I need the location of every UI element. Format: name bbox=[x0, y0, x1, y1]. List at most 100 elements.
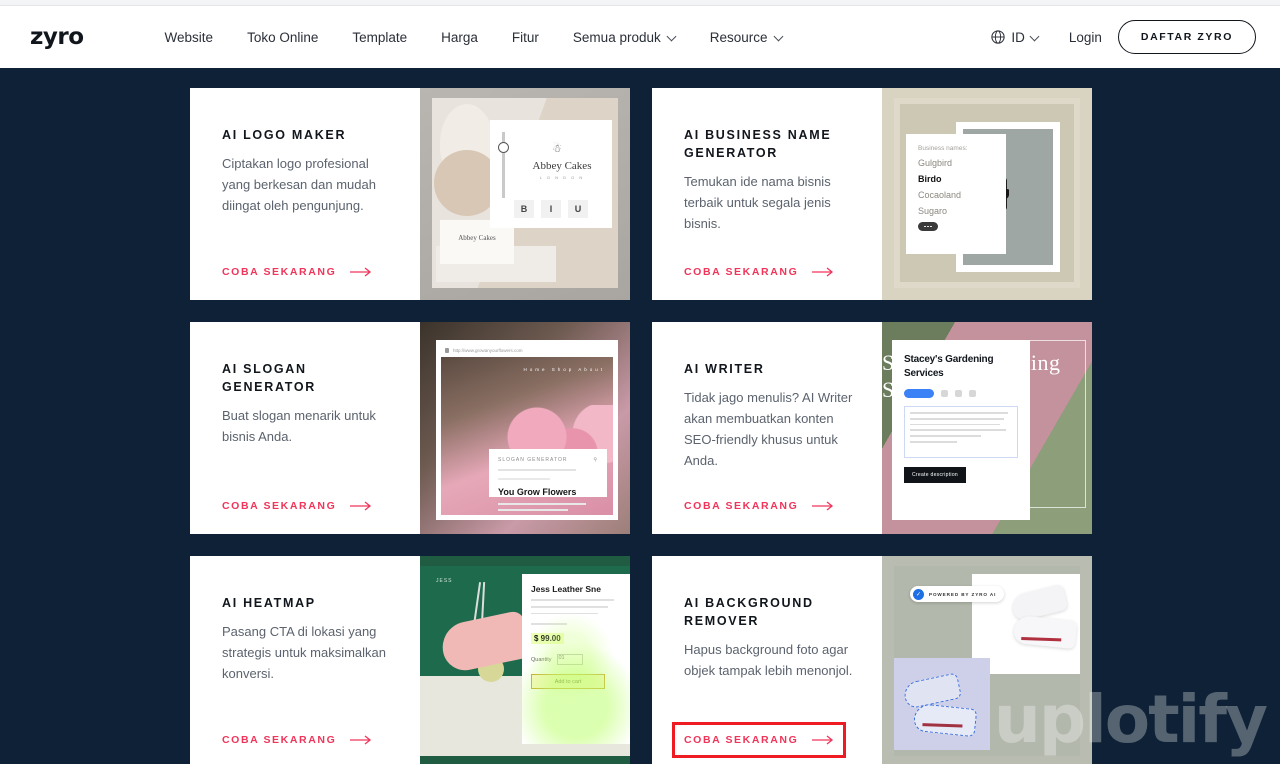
nav-item-template[interactable]: Template bbox=[335, 30, 424, 45]
card-title: AI BACKGROUND REMOVER bbox=[684, 596, 814, 629]
panel-heading: SLOGAN GENERATOR bbox=[498, 457, 568, 463]
card-text: AI SLOGAN GENERATOR Buat slogan menarik … bbox=[190, 322, 420, 534]
arrow-right-icon bbox=[812, 501, 834, 511]
business-name-heading: Stacey's Gardening Services bbox=[904, 354, 994, 379]
card-image-ai-heatmap: JESS Jess Leather Sne $ 99.00 Quantity 0… bbox=[420, 556, 630, 764]
list-item: Gulgbird bbox=[918, 158, 953, 168]
arrow-right-icon bbox=[812, 267, 834, 277]
search-icon: ⚲ bbox=[593, 457, 598, 463]
card-image-ai-writer: Stacey's Gardening Services Stacey's Gar… bbox=[882, 322, 1092, 534]
nav-label: Template bbox=[352, 29, 408, 45]
arrow-right-icon bbox=[812, 735, 834, 745]
cta-coba-sekarang[interactable]: COBA SEKARANG bbox=[684, 500, 834, 512]
list-heading: Business names: bbox=[918, 145, 968, 152]
nav-label: Website bbox=[164, 29, 214, 45]
logo-name-text: Abbey Cakes bbox=[532, 160, 592, 172]
nav-item-harga[interactable]: Harga bbox=[424, 30, 495, 45]
list-item: Cocaoland bbox=[918, 190, 962, 200]
list-item-selected: Birdo bbox=[918, 174, 942, 184]
cta-coba-sekarang[interactable]: COBA SEKARANG bbox=[684, 266, 834, 278]
quantity-input: 01 bbox=[557, 654, 584, 666]
nav-item-semua-produk[interactable]: Semua produk bbox=[556, 30, 693, 45]
add-to-cart-button: Add to cart bbox=[531, 674, 605, 690]
header-actions: ID Login DAFTAR ZYRO bbox=[977, 20, 1256, 54]
globe-icon bbox=[991, 30, 1006, 44]
cta-coba-sekarang-highlighted[interactable]: COBA SEKARANG bbox=[671, 722, 847, 758]
lock-icon bbox=[445, 348, 449, 353]
card-description: Pasang CTA di lokasi yang strategis untu… bbox=[222, 624, 387, 682]
card-text: AI HEATMAP Pasang CTA di lokasi yang str… bbox=[190, 556, 420, 764]
powered-by-badge: ✓ POWERED BY ZYRO AI bbox=[910, 586, 1005, 602]
italic-icon: I bbox=[541, 200, 561, 218]
arrow-right-icon bbox=[350, 267, 372, 277]
product-price: $ 99.00 bbox=[531, 633, 564, 645]
card-description: Buat slogan menarik untuk bisnis Anda. bbox=[222, 408, 376, 445]
text-style-toolbar: B I U bbox=[514, 200, 588, 218]
arrow-right-icon bbox=[350, 735, 372, 745]
brand-label: JESS bbox=[436, 578, 453, 584]
card-title: AI LOGO MAKER bbox=[222, 128, 347, 142]
language-label: ID bbox=[1011, 29, 1025, 45]
card-image-ai-background-remover: ✓ POWERED BY ZYRO AI bbox=[882, 556, 1092, 764]
cta-coba-sekarang[interactable]: COBA SEKARANG bbox=[222, 500, 372, 512]
cta-coba-sekarang[interactable]: COBA SEKARANG bbox=[222, 734, 372, 746]
chevron-down-icon bbox=[668, 33, 676, 41]
nav-item-resource[interactable]: Resource bbox=[693, 30, 800, 45]
card-ai-logo-maker[interactable]: AI LOGO MAKER Ciptakan logo profesional … bbox=[190, 88, 630, 300]
card-description: Temukan ide nama bisnis terbaik untuk se… bbox=[684, 174, 831, 232]
card-description: Tidak jago menulis? AI Writer akan membu… bbox=[684, 390, 853, 469]
cta-label: COBA SEKARANG bbox=[684, 734, 799, 746]
language-selector[interactable]: ID bbox=[977, 30, 1053, 45]
bold-icon: B bbox=[514, 200, 534, 218]
card-title: AI SLOGAN GENERATOR bbox=[222, 362, 317, 395]
card-image-ai-slogan-generator: http://www.growanyourflowers.com Home Sh… bbox=[420, 322, 630, 534]
card-title: AI WRITER bbox=[684, 362, 765, 376]
cta-coba-sekarang[interactable]: COBA SEKARANG bbox=[222, 266, 372, 278]
arrow-right-icon bbox=[350, 501, 372, 511]
nav-label: Resource bbox=[709, 29, 768, 45]
page-root: zyro Website Toko Online Template Harga … bbox=[0, 0, 1280, 764]
cta-label: COBA SEKARANG bbox=[222, 266, 337, 278]
quantity-label: Quantity bbox=[531, 656, 552, 663]
check-circle-icon: ✓ bbox=[913, 588, 924, 600]
underline-icon: U bbox=[568, 200, 588, 218]
card-ai-writer[interactable]: AI WRITER Tidak jago menulis? AI Writer … bbox=[652, 322, 1092, 534]
card-title: AI HEATMAP bbox=[222, 596, 316, 610]
card-description: Ciptakan logo profesional yang berkesan … bbox=[222, 156, 376, 214]
card-description: Hapus background foto agar objek tampak … bbox=[684, 642, 853, 679]
badge-label: POWERED BY ZYRO AI bbox=[929, 591, 997, 597]
signup-button[interactable]: DAFTAR ZYRO bbox=[1117, 20, 1256, 54]
card-image-ai-business-name-generator: Business names: Gulgbird Birdo Cocaoland… bbox=[882, 88, 1092, 300]
card-ai-slogan-generator[interactable]: AI SLOGAN GENERATOR Buat slogan menarik … bbox=[190, 322, 630, 534]
nav-item-fitur[interactable]: Fitur bbox=[495, 30, 556, 45]
nav-label: Toko Online bbox=[247, 29, 319, 45]
product-title: Jess Leather Sne bbox=[531, 584, 601, 594]
card-text: AI BACKGROUND REMOVER Hapus background f… bbox=[652, 556, 882, 764]
cta-label: COBA SEKARANG bbox=[222, 734, 337, 746]
cupcake-icon: ☃ bbox=[552, 143, 562, 155]
more-options-icon bbox=[918, 222, 938, 231]
nav-item-website[interactable]: Website bbox=[148, 30, 231, 45]
logo-preview-small: Abbey Cakes bbox=[458, 234, 496, 242]
nav-label: Fitur bbox=[511, 29, 539, 45]
slogan-text: You Grow Flowers bbox=[498, 487, 577, 497]
nav-label: Semua produk bbox=[572, 29, 661, 45]
card-ai-heatmap[interactable]: AI HEATMAP Pasang CTA di lokasi yang str… bbox=[190, 556, 630, 764]
ai-tools-grid: AI LOGO MAKER Ciptakan logo profesional … bbox=[190, 88, 1092, 764]
site-header: zyro Website Toko Online Template Harga … bbox=[0, 6, 1280, 68]
card-ai-business-name-generator[interactable]: AI BUSINESS NAME GENERATOR Temukan ide n… bbox=[652, 88, 1092, 300]
card-ai-background-remover[interactable]: AI BACKGROUND REMOVER Hapus background f… bbox=[652, 556, 1092, 764]
card-text: AI WRITER Tidak jago menulis? AI Writer … bbox=[652, 322, 882, 534]
chevron-down-icon bbox=[775, 33, 783, 41]
card-title: AI BUSINESS NAME GENERATOR bbox=[684, 128, 832, 161]
card-image-ai-logo-maker: Abbey Cakes ☃ Abbey Cakes L O N D O N B … bbox=[420, 88, 630, 300]
list-item: Sugaro bbox=[918, 206, 948, 216]
chevron-down-icon bbox=[1031, 33, 1039, 41]
card-text: AI BUSINESS NAME GENERATOR Temukan ide n… bbox=[652, 88, 882, 300]
create-description-button: Create description bbox=[904, 467, 966, 483]
login-link[interactable]: Login bbox=[1053, 30, 1118, 45]
logo-subtitle-text: L O N D O N bbox=[539, 175, 585, 180]
zyro-logo[interactable]: zyro bbox=[30, 24, 84, 50]
nav-item-toko-online[interactable]: Toko Online bbox=[230, 30, 335, 45]
cta-label: COBA SEKARANG bbox=[222, 500, 337, 512]
